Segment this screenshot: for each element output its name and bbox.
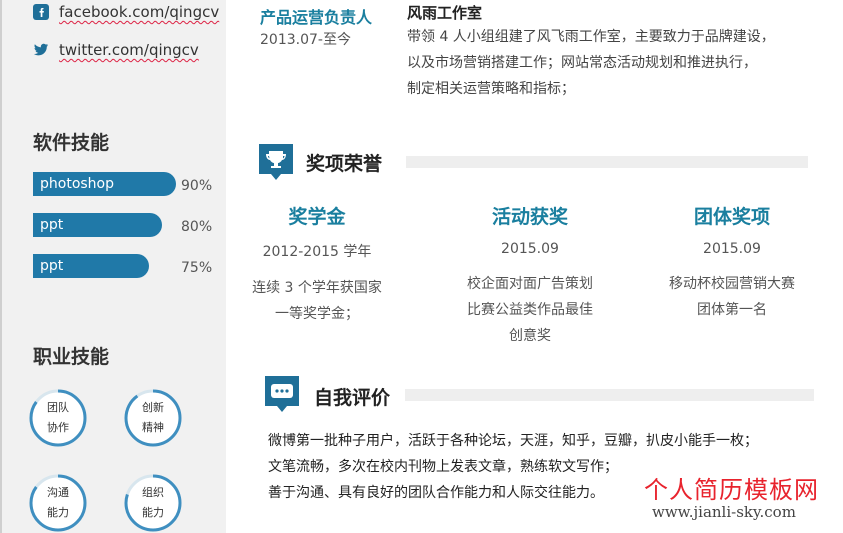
award-title: 奖学金 [288,206,346,228]
skill-circle-label: 沟通 [47,486,69,499]
awards-heading: 奖项荣誉 [306,153,383,175]
award-desc-line: 校企面对面广告策划 [467,276,593,292]
sidebar-edge [0,0,2,533]
job-title: 产品运营负责人 [260,8,373,27]
award-desc-line: 比赛公益类作品最佳 [467,302,593,318]
job-desc-line: 以及市场营销搭建工作；网站常态活动规划和推进执行， [407,55,757,71]
skill-circle-label: 能力 [142,506,164,519]
award-desc-line: 创意奖 [509,328,551,344]
skill-circle-label: 协作 [47,421,69,434]
social-twitter[interactable]: twitter.com/qingcv [33,41,199,59]
skill-circle-label: 精神 [142,421,164,434]
award-title: 活动获奖 [491,206,568,228]
award-title: 团体奖项 [693,206,770,228]
career-skills-heading: 职业技能 [33,346,110,368]
award-desc-line: 一等奖学金； [275,306,359,322]
award-description: 移动杯校园营销大赛 团体第一名 [652,271,812,323]
skill-circle-label: 创新 [142,401,164,414]
award-activity: 活动获奖 2015.09 校企面对面广告策划 比赛公益类作品最佳 创意奖 [450,202,610,349]
skill-circle-communication: 沟通 能力 [29,474,87,532]
watermark-url: www.jianli-sky.com [652,503,796,521]
award-date: 2012-2015 学年 [262,244,372,260]
skill-bar-ppt: ppt [33,213,162,237]
skill-name: ppt [40,217,64,233]
skill-circle-teamwork: 团队 协作 [29,389,87,447]
skill-circle-label: 团队 [47,401,69,414]
job-description: 带领 4 人小组组建了风飞雨工作室，主要致力于品牌建设， 以及市场营销搭建工作；… [407,24,817,102]
skill-name: ppt [40,258,64,274]
skill-circle-label: 能力 [47,506,69,519]
skill-circle-innovation: 创新 精神 [124,389,182,447]
trophy-icon [257,144,295,184]
company-name: 风雨工作室 [407,4,483,22]
section-divider [405,389,814,401]
facebook-icon [33,4,49,20]
facebook-link[interactable]: facebook.com/qingcv [59,3,219,21]
twitter-icon [33,42,49,58]
watermark-title: 个人简历模板网 [644,476,819,504]
skill-percent: 90% [181,178,213,194]
award-desc-line: 团体第一名 [697,302,767,318]
twitter-link[interactable]: twitter.com/qingcv [59,41,199,59]
job-desc-line: 制定相关运营策略和指标； [407,81,575,97]
award-team: 团体奖项 2015.09 移动杯校园营销大赛 团体第一名 [652,202,812,323]
skill-percent: 75% [181,260,213,276]
skill-circle-label: 组织 [142,486,164,499]
award-date: 2015.09 [501,241,559,257]
self-eval-line: 微博第一批种子用户，活跃于各种论坛，天涯，知乎，豆瓣，扒皮小能手一枚； [268,433,758,449]
sidebar: facebook.com/qingcv twitter.com/qingcv 软… [0,0,226,533]
skill-percent: 80% [181,219,213,235]
award-description: 校企面对面广告策划 比赛公益类作品最佳 创意奖 [450,271,610,349]
job-desc-line: 带领 4 人小组组建了风飞雨工作室，主要致力于品牌建设， [407,29,775,45]
award-description: 连续 3 个学年获国家 一等奖学金； [237,275,397,327]
software-skills-heading: 软件技能 [33,132,110,154]
skill-name: photoshop [40,176,114,192]
award-date: 2015.09 [703,241,761,257]
award-desc-line: 移动杯校园营销大赛 [669,276,795,292]
section-divider [406,156,808,168]
award-desc-line: 连续 3 个学年获国家 [252,280,382,296]
skill-bar-ppt-2: ppt [33,254,149,278]
chat-bubble-icon [263,376,301,416]
skill-bar-photoshop: photoshop [33,172,176,196]
award-scholarship: 奖学金 2012-2015 学年 连续 3 个学年获国家 一等奖学金； [237,202,397,327]
job-date: 2013.07-至今 [260,32,351,48]
skill-circle-organization: 组织 能力 [124,474,182,532]
social-facebook[interactable]: facebook.com/qingcv [33,3,219,21]
self-eval-heading: 自我评价 [314,387,391,409]
